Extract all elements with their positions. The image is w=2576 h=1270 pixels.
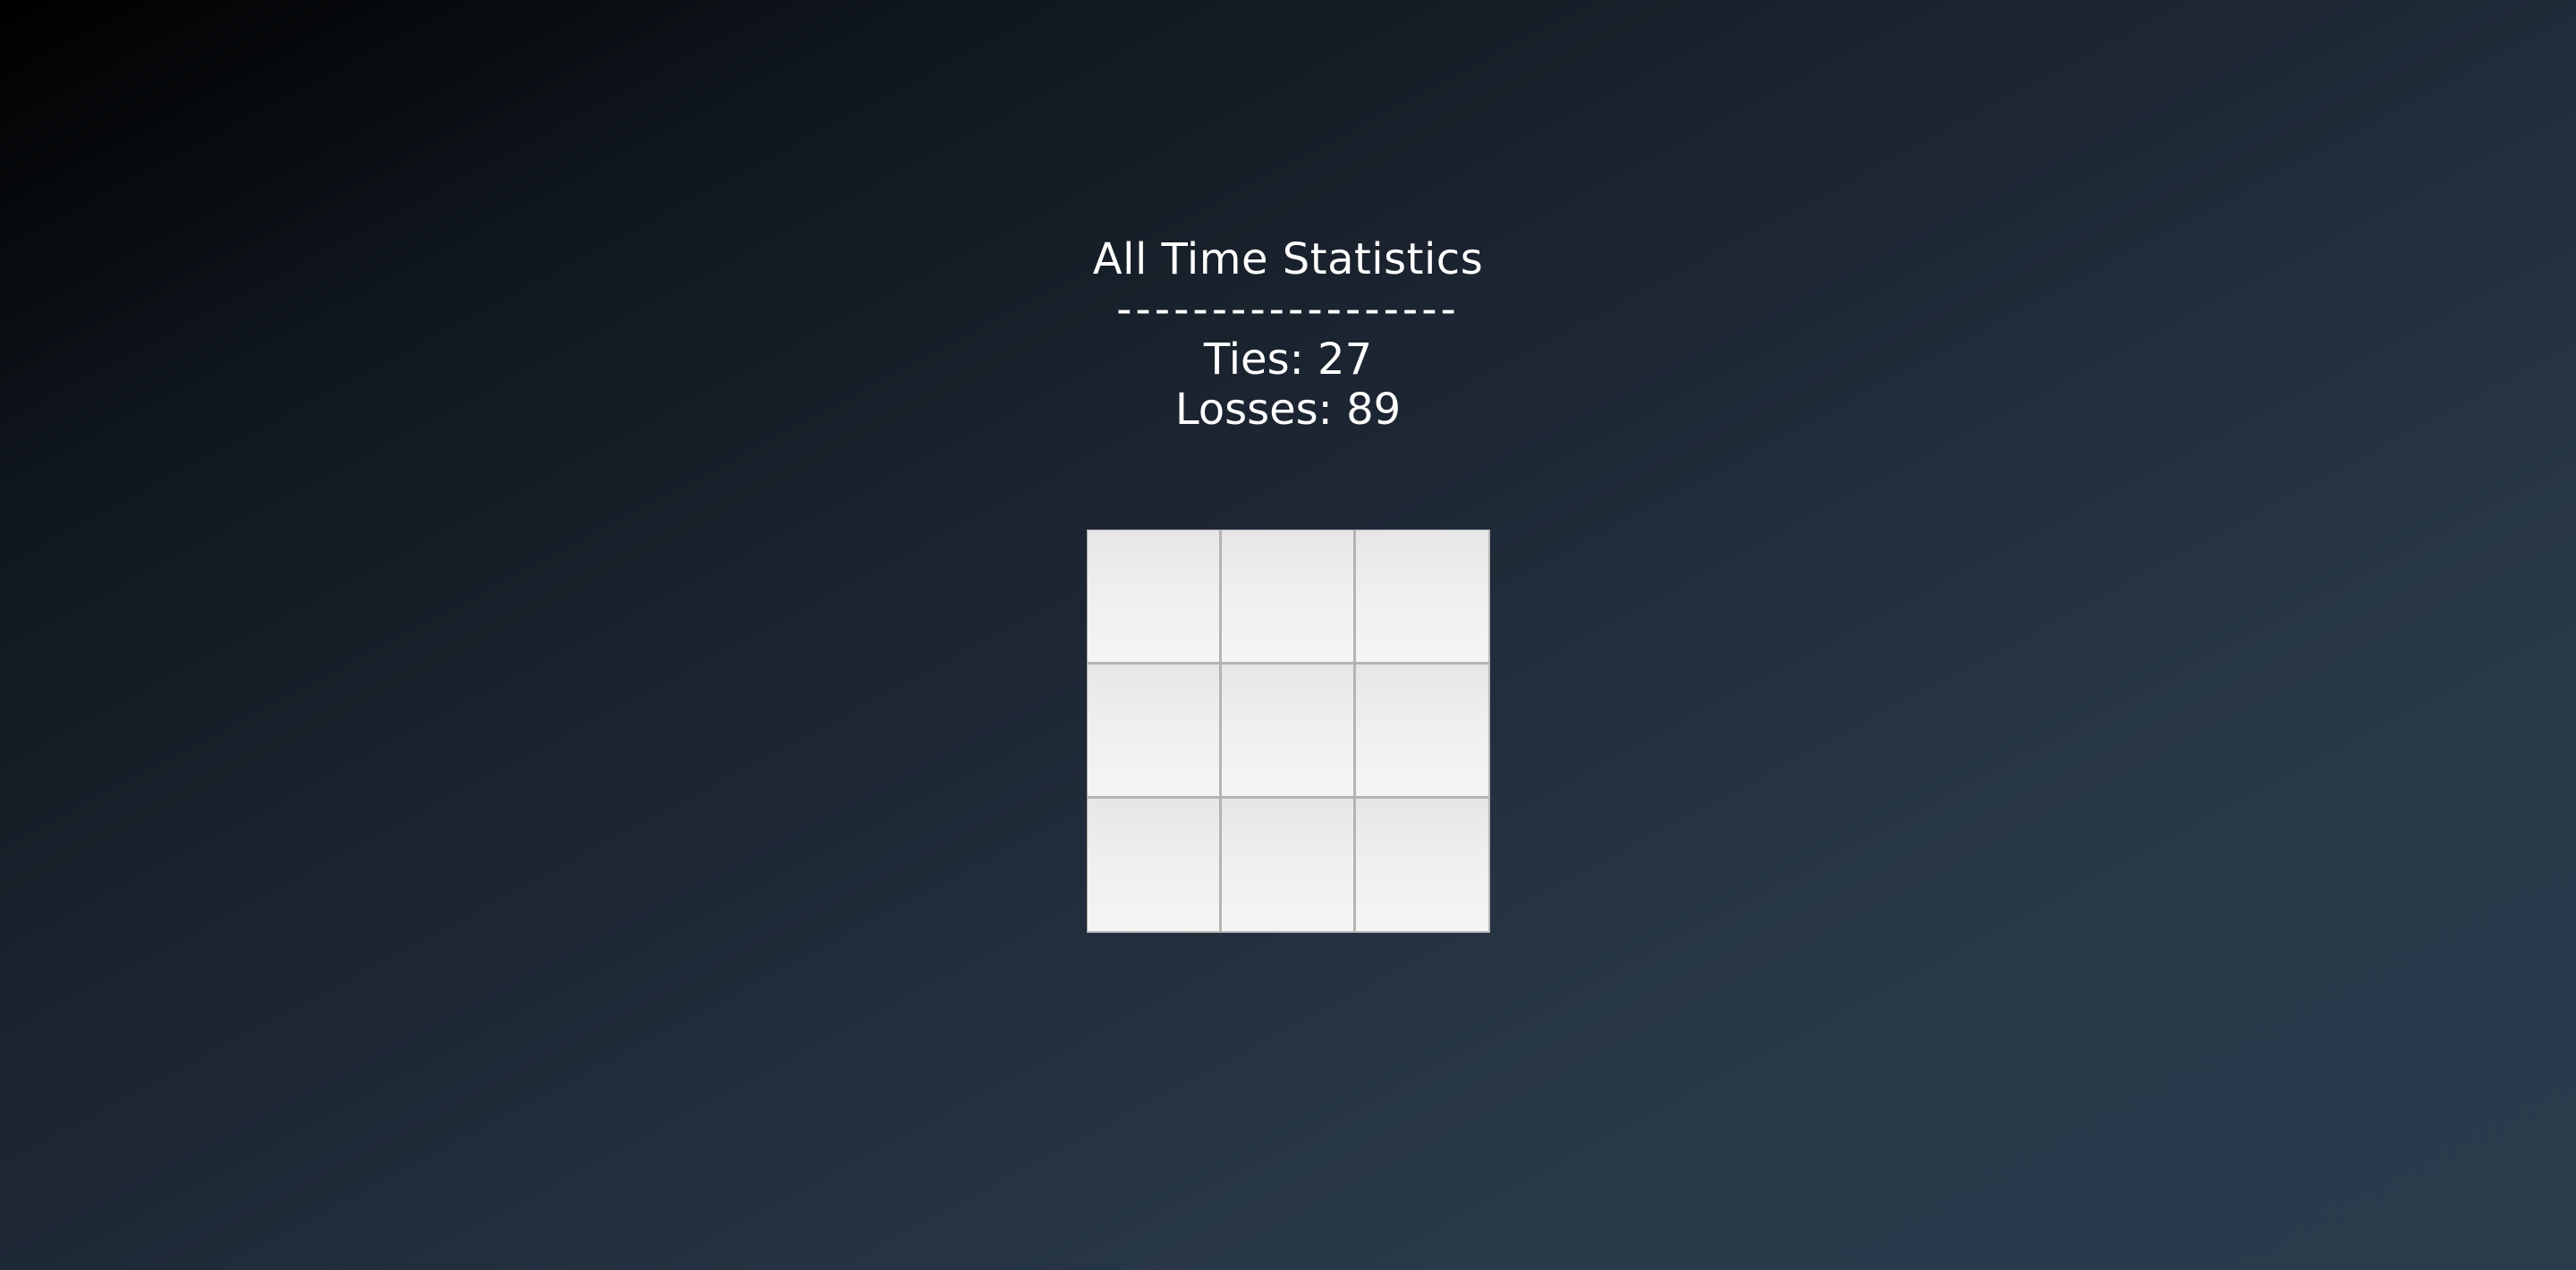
board-cell-7[interactable] <box>1088 799 1222 933</box>
board-cell-6[interactable] <box>1356 665 1490 799</box>
board-cell-9[interactable] <box>1356 799 1490 933</box>
ties-count: Ties: 27 <box>1203 334 1373 385</box>
board-cell-8[interactable] <box>1222 799 1356 933</box>
board-cell-4[interactable] <box>1088 665 1222 799</box>
losses-count: Losses: 89 <box>1174 385 1402 435</box>
statistics-divider: ------------------ <box>1116 284 1460 334</box>
board-cell-5[interactable] <box>1222 665 1356 799</box>
tic-tac-toe-board <box>1087 529 1490 933</box>
statistics-panel: All Time Statistics ------------------ T… <box>0 234 2576 435</box>
board-cell-3[interactable] <box>1356 530 1490 665</box>
board-cell-1[interactable] <box>1088 530 1222 665</box>
statistics-title: All Time Statistics <box>1092 234 1484 284</box>
board-cell-2[interactable] <box>1222 530 1356 665</box>
